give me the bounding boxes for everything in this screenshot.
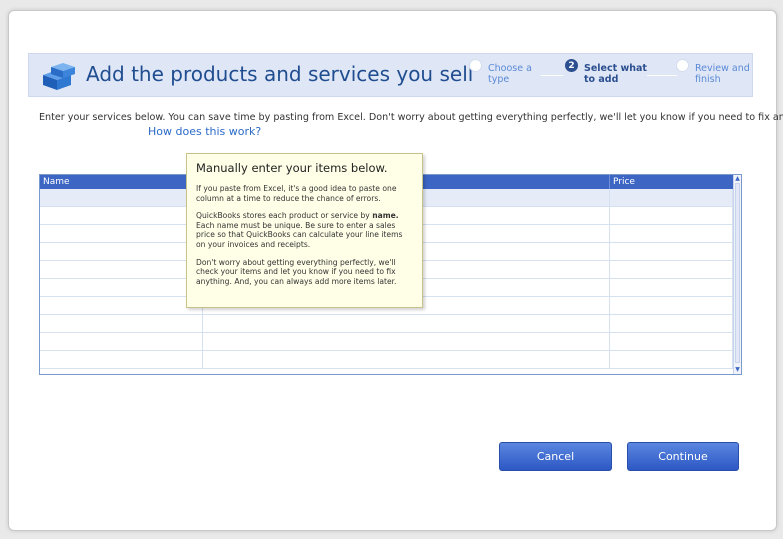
grid-cell-price[interactable]: [610, 243, 733, 260]
grid-cell-price[interactable]: [610, 261, 733, 278]
cancel-button[interactable]: Cancel: [499, 442, 612, 471]
grid-cell-name[interactable]: [40, 315, 203, 332]
help-tooltip: Manually enter your items below. If you …: [186, 153, 423, 308]
grid-cell-price[interactable]: [610, 279, 733, 296]
step-2-label-line1: Select what: [584, 63, 647, 74]
grid-cell-price[interactable]: [610, 189, 733, 206]
tooltip-title: Manually enter your items below.: [196, 161, 388, 175]
grid-cell-price[interactable]: [610, 333, 733, 350]
tooltip-paragraph: If you paste from Excel, it's a good ide…: [196, 184, 397, 203]
tooltip-bold-text: name.: [372, 211, 399, 221]
step-3-label-line1: Review and: [695, 63, 750, 74]
scroll-thumb[interactable]: [735, 183, 740, 363]
how-does-this-work-link[interactable]: How does this work?: [148, 125, 261, 138]
table-row[interactable]: [40, 333, 733, 351]
column-header-name[interactable]: Name: [40, 175, 203, 189]
tooltip-text: QuickBooks stores each product or servic…: [196, 211, 373, 221]
step-connector: [541, 75, 563, 76]
grid-cell-price[interactable]: [610, 315, 733, 332]
grid-cell-name[interactable]: [40, 279, 203, 296]
step-1-label-line2: type: [488, 74, 510, 85]
grid-cell-name[interactable]: [40, 207, 203, 224]
grid-cell-price[interactable]: [610, 207, 733, 224]
grid-cell-description[interactable]: [203, 333, 610, 350]
tooltip-paragraph: Don't worry about getting everything per…: [196, 257, 397, 286]
grid-cell-price[interactable]: [610, 351, 733, 368]
table-row[interactable]: [40, 315, 733, 333]
step-2-indicator: 2: [565, 59, 578, 72]
step-1-label-line1: Choose a: [488, 63, 532, 74]
grid-cell-description[interactable]: [203, 315, 610, 332]
grid-cell-name[interactable]: [40, 297, 203, 314]
grid-cell-description[interactable]: [203, 351, 610, 368]
vertical-scrollbar[interactable]: ▲ ▼: [733, 175, 741, 374]
step-1-indicator: [469, 59, 482, 72]
table-row[interactable]: [40, 351, 733, 369]
intro-text: Enter your services below. You can save …: [39, 112, 783, 123]
column-header-price[interactable]: Price: [610, 175, 733, 189]
scroll-up-arrow-icon[interactable]: ▲: [734, 175, 741, 183]
tooltip-paragraph: QuickBooks stores each product or servic…: [196, 211, 413, 249]
grid-cell-name[interactable]: [40, 351, 203, 368]
grid-cell-price[interactable]: [610, 225, 733, 242]
step-connector: [647, 75, 677, 76]
scroll-down-arrow-icon[interactable]: ▼: [734, 366, 741, 374]
tooltip-text: Each name must be unique. Be sure to ent…: [196, 220, 403, 249]
grid-cell-name[interactable]: [40, 243, 203, 260]
grid-cell-name[interactable]: [40, 261, 203, 278]
stacked-boxes-icon: [39, 59, 79, 93]
step-3-indicator: [676, 59, 689, 72]
grid-cell-price[interactable]: [610, 297, 733, 314]
page-header: Add the products and services you sell C…: [28, 53, 753, 97]
grid-cell-name[interactable]: [40, 189, 203, 206]
grid-cell-name[interactable]: [40, 225, 203, 242]
step-3-label-line2: finish: [695, 74, 721, 85]
grid-cell-name[interactable]: [40, 333, 203, 350]
page-title: Add the products and services you sell: [86, 62, 474, 86]
step-2-label-line2: to add: [584, 74, 619, 85]
continue-button[interactable]: Continue: [627, 442, 739, 471]
